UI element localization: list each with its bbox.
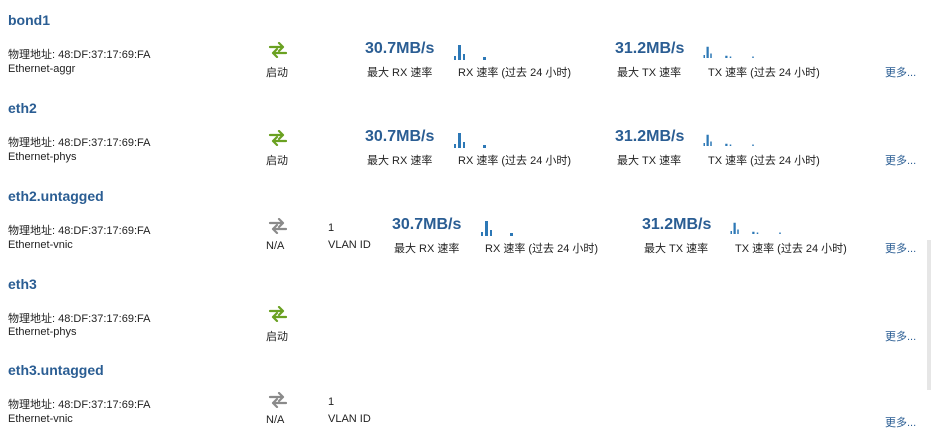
- mac-address: 物理地址: 48:DF:37:17:69:FA: [8, 399, 151, 411]
- status-label: N/A: [266, 414, 285, 426]
- tx-sparkline: [703, 134, 754, 146]
- rx-24h-label: RX 速率 (过去 24 小时): [485, 243, 599, 255]
- vlan-id-label: VLAN ID: [328, 239, 371, 251]
- interface-name[interactable]: eth2: [8, 100, 37, 116]
- mac-address: 物理地址: 48:DF:37:17:69:FA: [8, 313, 151, 325]
- max-tx-value: 31.2MB/s: [615, 40, 685, 57]
- more-link[interactable]: 更多...: [885, 152, 916, 168]
- vlan-id-label: VLAN ID: [328, 413, 371, 425]
- max-rx-label: 最大 RX 速率: [367, 155, 433, 167]
- tx-24h-label: TX 速率 (过去 24 小时): [708, 67, 820, 79]
- interface-row-eth2-untagged: eth2.untagged 物理地址: 48:DF:37:17:69:FA Et…: [0, 176, 931, 262]
- vlan-id-value: 1: [328, 222, 335, 234]
- status-label: 启动: [266, 155, 288, 167]
- max-rx-label: 最大 RX 速率: [367, 67, 433, 79]
- link-up-icon: [268, 42, 288, 58]
- more-link[interactable]: 更多...: [885, 240, 916, 256]
- max-tx-value: 31.2MB/s: [615, 128, 685, 145]
- max-rx-value: 30.7MB/s: [392, 216, 462, 233]
- interface-name[interactable]: eth3.untagged: [8, 362, 104, 378]
- rx-sparkline: [481, 221, 513, 236]
- mac-address: 物理地址: 48:DF:37:17:69:FA: [8, 49, 151, 61]
- max-rx-value: 30.7MB/s: [365, 128, 435, 145]
- more-link[interactable]: 更多...: [885, 328, 916, 344]
- status-label: 启动: [266, 331, 288, 343]
- link-na-icon: [268, 218, 288, 234]
- interface-row-eth3: eth3 物理地址: 48:DF:37:17:69:FA Ethernet-ph…: [0, 264, 931, 350]
- interface-row-bond1: bond1 物理地址: 48:DF:37:17:69:FA Ethernet-a…: [0, 0, 931, 86]
- tx-sparkline: [730, 222, 781, 234]
- mac-address: 物理地址: 48:DF:37:17:69:FA: [8, 225, 151, 237]
- more-link[interactable]: 更多...: [885, 414, 916, 430]
- mac-address: 物理地址: 48:DF:37:17:69:FA: [8, 137, 151, 149]
- vlan-id-value: 1: [328, 396, 335, 408]
- interface-type: Ethernet-vnic: [8, 413, 73, 425]
- rx-sparkline: [454, 133, 486, 148]
- interface-name[interactable]: bond1: [8, 12, 50, 28]
- link-up-icon: [268, 130, 288, 146]
- tx-24h-label: TX 速率 (过去 24 小时): [708, 155, 820, 167]
- interface-name[interactable]: eth3: [8, 276, 37, 292]
- max-rx-label: 最大 RX 速率: [394, 243, 460, 255]
- status-label: N/A: [266, 240, 285, 252]
- interface-row-eth2: eth2 物理地址: 48:DF:37:17:69:FA Ethernet-ph…: [0, 88, 931, 174]
- max-tx-label: 最大 TX 速率: [617, 155, 682, 167]
- interface-type: Ethernet-phys: [8, 326, 77, 338]
- interface-type: Ethernet-phys: [8, 151, 77, 163]
- tx-sparkline: [703, 46, 754, 58]
- max-tx-label: 最大 TX 速率: [644, 243, 709, 255]
- interface-type: Ethernet-vnic: [8, 239, 73, 251]
- rx-sparkline: [454, 45, 486, 60]
- link-na-icon: [268, 392, 288, 408]
- interface-row-eth3-untagged: eth3.untagged 物理地址: 48:DF:37:17:69:FA Et…: [0, 350, 931, 436]
- rx-24h-label: RX 速率 (过去 24 小时): [458, 155, 572, 167]
- status-label: 启动: [266, 67, 288, 79]
- more-link[interactable]: 更多...: [885, 64, 916, 80]
- interface-type: Ethernet-aggr: [8, 63, 76, 75]
- max-rx-value: 30.7MB/s: [365, 40, 435, 57]
- link-up-icon: [268, 306, 288, 322]
- rx-24h-label: RX 速率 (过去 24 小时): [458, 67, 572, 79]
- scrollbar[interactable]: [927, 240, 931, 390]
- max-tx-label: 最大 TX 速率: [617, 67, 682, 79]
- max-tx-value: 31.2MB/s: [642, 216, 712, 233]
- tx-24h-label: TX 速率 (过去 24 小时): [735, 243, 847, 255]
- interface-name[interactable]: eth2.untagged: [8, 188, 104, 204]
